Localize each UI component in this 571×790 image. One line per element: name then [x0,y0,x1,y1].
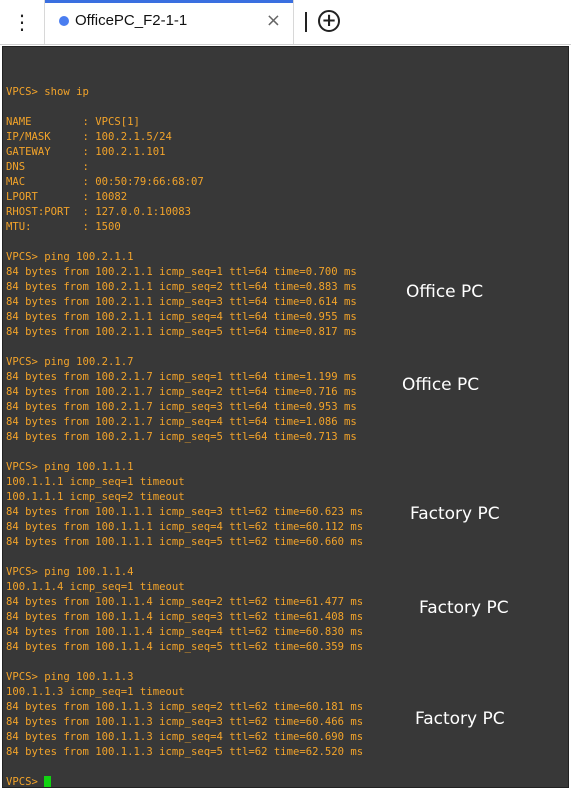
tab-title: OfficePC_F2-1-1 [75,12,188,29]
terminal-line: MTU: : 1500 [6,221,121,233]
terminal-line: LPORT : 10082 [6,191,128,203]
terminal-line: 84 bytes from 100.1.1.4 icmp_seq=5 ttl=6… [6,641,364,653]
terminal-line: MAC : 00:50:79:66:68:07 [6,176,204,188]
terminal-line: 84 bytes from 100.2.1.7 icmp_seq=5 ttl=6… [6,431,357,443]
terminal-line: NAME : VPCS[1] [6,116,140,128]
terminal-line: 84 bytes from 100.1.1.1 icmp_seq=4 ttl=6… [6,521,364,533]
annotation-office-pc-2: Office PC [402,375,480,395]
terminal-line: 84 bytes from 100.1.1.3 icmp_seq=4 ttl=6… [6,731,364,743]
terminal-line: VPCS> ping 100.1.1.1 [6,461,134,473]
terminal-output: VPCS> show ip NAME : VPCS[1] IP/MASK : 100… [6,70,364,788]
annotation-factory-pc-3: Factory PC [415,709,505,729]
terminal-line: IP/MASK : 100.2.1.5/24 [6,131,172,143]
terminal-line: 84 bytes from 100.2.1.1 icmp_seq=5 ttl=6… [6,326,357,338]
terminal-line: GATEWAY : 100.2.1.101 [6,146,166,158]
terminal-line: 84 bytes from 100.2.1.1 icmp_seq=3 ttl=6… [6,296,357,308]
terminal-line: 84 bytes from 100.1.1.4 icmp_seq=2 ttl=6… [6,596,364,608]
terminal-line: 84 bytes from 100.2.1.1 icmp_seq=4 ttl=6… [6,311,357,323]
terminal-line: 84 bytes from 100.1.1.3 icmp_seq=5 ttl=6… [6,746,364,758]
terminal-line: 84 bytes from 100.1.1.3 icmp_seq=2 ttl=6… [6,701,364,713]
terminal-line: 84 bytes from 100.1.1.4 icmp_seq=3 ttl=6… [6,611,364,623]
annotation-factory-pc-2: Factory PC [419,598,509,618]
terminal-prompt-line[interactable]: VPCS> [6,775,363,788]
terminal-line: VPCS> show ip [6,86,89,98]
terminal-prompt: VPCS> [6,776,38,788]
terminal-console[interactable]: VPCS> show ip NAME : VPCS[1] IP/MASK : 100… [2,46,569,788]
tab-bar: ⋮ OfficePC_F2-1-1 × + [0,0,571,45]
terminal-line: VPCS> ping 100.2.1.7 [6,356,134,368]
annotation-factory-pc-1: Factory PC [410,504,500,524]
terminal-cursor [43,776,51,787]
terminal-line: 100.1.1.3 icmp_seq=1 timeout [6,686,185,698]
terminal-line: 84 bytes from 100.1.1.1 icmp_seq=5 ttl=6… [6,536,364,548]
terminal-line: VPCS> ping 100.1.1.4 [6,566,134,578]
terminal-line: 84 bytes from 100.1.1.4 icmp_seq=4 ttl=6… [6,626,364,638]
terminal-line: 84 bytes from 100.2.1.7 icmp_seq=1 ttl=6… [6,371,357,383]
terminal-line: 100.1.1.1 icmp_seq=1 timeout [6,476,185,488]
tab-active-indicator [45,0,293,3]
new-tab-icon[interactable]: + [318,10,340,32]
terminal-line: DNS : [6,161,89,173]
terminal-line: RHOST:PORT : 127.0.0.1:10083 [6,206,191,218]
terminal-line: 84 bytes from 100.1.1.1 icmp_seq=3 ttl=6… [6,506,364,518]
terminal-line: 84 bytes from 100.1.1.3 icmp_seq=3 ttl=6… [6,716,364,728]
tab-officepc[interactable]: OfficePC_F2-1-1 × [44,0,294,44]
close-icon[interactable]: × [266,10,281,31]
terminal-line: VPCS> ping 100.1.1.3 [6,671,134,683]
terminal-line: 84 bytes from 100.2.1.7 icmp_seq=4 ttl=6… [6,416,357,428]
annotation-office-pc-1: Office PC [406,282,484,302]
terminal-line: 84 bytes from 100.2.1.1 icmp_seq=2 ttl=6… [6,281,357,293]
terminal-line: 84 bytes from 100.2.1.1 icmp_seq=1 ttl=6… [6,266,357,278]
tab-divider [305,12,307,32]
terminal-line: VPCS> ping 100.2.1.1 [6,251,134,263]
terminal-line: 84 bytes from 100.2.1.7 icmp_seq=2 ttl=6… [6,386,357,398]
status-dot-icon [59,16,69,26]
terminal-line: 84 bytes from 100.2.1.7 icmp_seq=3 ttl=6… [6,401,357,413]
menu-icon[interactable]: ⋮ [0,0,44,44]
terminal-line: 100.1.1.4 icmp_seq=1 timeout [6,581,185,593]
terminal-line: 100.1.1.1 icmp_seq=2 timeout [6,491,185,503]
